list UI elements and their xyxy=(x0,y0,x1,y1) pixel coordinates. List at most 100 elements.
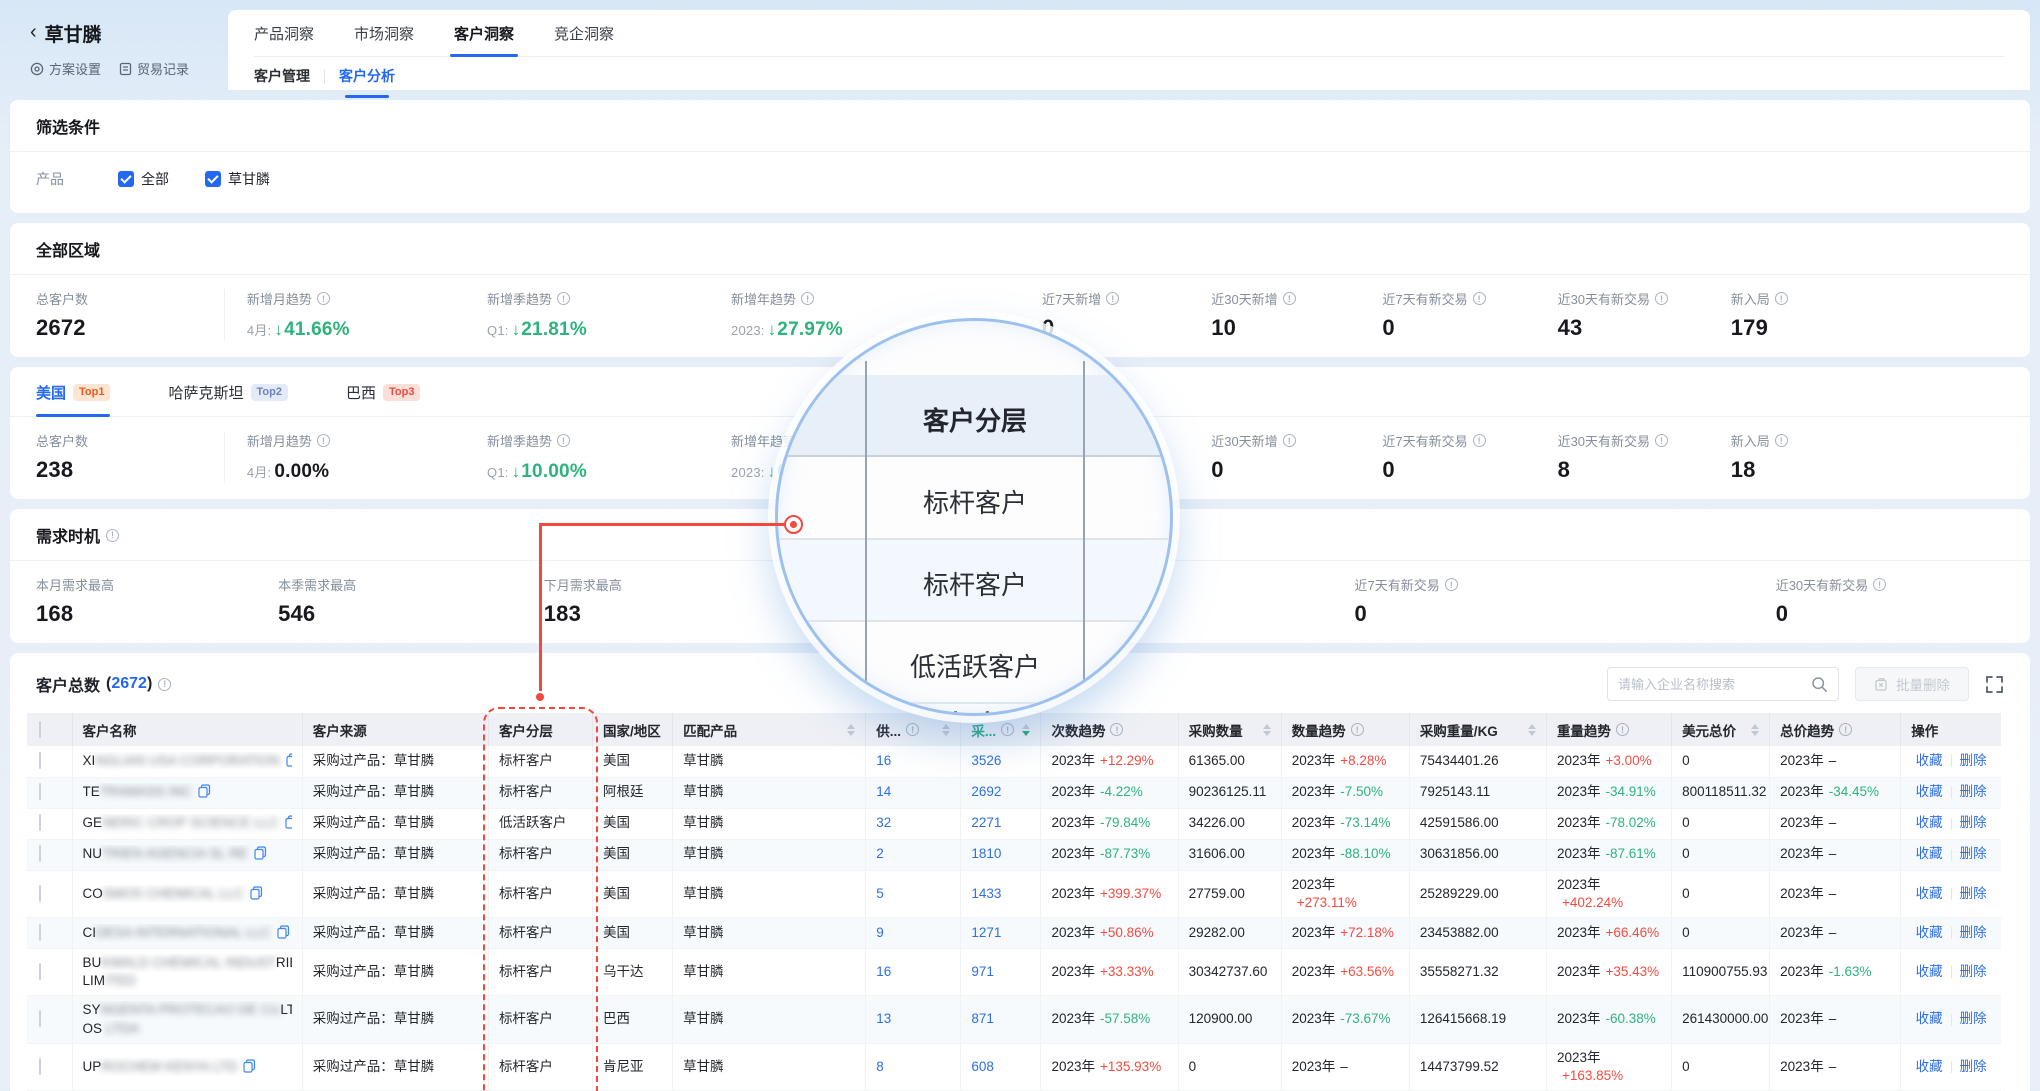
favorite-button[interactable]: 收藏 xyxy=(1916,1010,1943,1028)
copy-icon[interactable] xyxy=(277,925,290,939)
supplier-count-link[interactable]: 16 xyxy=(876,753,891,768)
customer-name[interactable]: CIDESA INTERNATIONAL LLC xyxy=(83,924,292,942)
favorite-button[interactable]: 收藏 xyxy=(1916,1058,1943,1076)
copy-icon[interactable] xyxy=(250,886,263,900)
sort-icon[interactable] xyxy=(942,724,950,736)
country-tab-哈萨克斯坦[interactable]: 哈萨克斯坦Top2 xyxy=(168,382,287,416)
delete-button[interactable]: 删除 xyxy=(1960,963,1987,981)
customer-name[interactable]: TETRAMASS INC xyxy=(83,783,292,801)
favorite-button[interactable]: 收藏 xyxy=(1916,924,1943,942)
purchase-count-link[interactable]: 608 xyxy=(971,1059,994,1074)
supplier-count-link[interactable]: 13 xyxy=(876,1011,891,1026)
tab-市场洞察[interactable]: 市场洞察 xyxy=(354,23,414,56)
purchase-count-link[interactable]: 971 xyxy=(971,964,994,979)
subtab-客户管理[interactable]: 客户管理 xyxy=(254,66,310,98)
col-header-qty[interactable]: 采购数量 xyxy=(1178,713,1281,746)
cell-usd-trend: 2023年– xyxy=(1770,1043,1901,1090)
customer-name[interactable]: COSMOS CHEMICAL LLC xyxy=(83,885,292,903)
delete-button[interactable]: 删除 xyxy=(1960,924,1987,942)
col-header-pur[interactable]: 采...! xyxy=(961,713,1041,746)
checkbox-checked-icon[interactable] xyxy=(118,171,134,187)
delete-button[interactable]: 删除 xyxy=(1960,1010,1987,1028)
search-input[interactable] xyxy=(1618,677,1811,692)
fullscreen-expand-icon[interactable] xyxy=(1985,675,2004,694)
favorite-button[interactable]: 收藏 xyxy=(1916,752,1943,770)
row-checkbox[interactable] xyxy=(39,752,41,769)
supplier-count-link[interactable]: 14 xyxy=(876,784,891,799)
country-tab-巴西[interactable]: 巴西Top3 xyxy=(346,382,420,416)
delete-button[interactable]: 删除 xyxy=(1960,814,1987,832)
row-checkbox[interactable] xyxy=(39,885,41,902)
row-checkbox[interactable] xyxy=(39,1010,41,1027)
row-checkbox[interactable] xyxy=(39,963,41,980)
country-tab-美国[interactable]: 美国Top1 xyxy=(36,382,110,416)
sort-icon[interactable] xyxy=(1528,724,1536,736)
delete-button[interactable]: 删除 xyxy=(1960,845,1987,863)
row-checkbox[interactable] xyxy=(39,924,41,941)
copy-icon[interactable] xyxy=(286,753,292,767)
purchase-count-link[interactable]: 1433 xyxy=(971,886,1001,901)
delete-button[interactable]: 删除 xyxy=(1960,1058,1987,1076)
delete-button[interactable]: 删除 xyxy=(1960,783,1987,801)
row-checkbox[interactable] xyxy=(39,845,41,862)
checkbox-checked-icon[interactable] xyxy=(205,171,221,187)
tab-客户洞察[interactable]: 客户洞察 xyxy=(454,23,514,56)
bulk-delete-button[interactable]: 批量删除 xyxy=(1855,667,1969,701)
copy-icon[interactable] xyxy=(198,784,211,798)
row-checkbox[interactable] xyxy=(39,814,41,831)
cell-name: SYNGENTA PROTECAO DE CULTIVOS LTDA xyxy=(72,996,302,1043)
supplier-count-link[interactable]: 32 xyxy=(876,815,891,830)
supplier-count-link[interactable]: 16 xyxy=(876,964,891,979)
customer-name[interactable]: NUTRIEN AGENCIA SL RE xyxy=(83,845,292,863)
copy-icon[interactable] xyxy=(254,846,267,860)
customer-name[interactable]: XINGLIAN USA CORPORATION xyxy=(83,752,292,770)
row-checkbox[interactable] xyxy=(39,783,41,800)
sort-icon[interactable] xyxy=(847,724,855,736)
purchase-count-link[interactable]: 871 xyxy=(971,1011,994,1026)
product-checkbox-草甘膦[interactable]: 草甘膦 xyxy=(205,169,270,189)
scheme-settings-button[interactable]: 方案设置 xyxy=(30,59,101,78)
supplier-count-link[interactable]: 5 xyxy=(876,886,884,901)
sort-icon[interactable] xyxy=(1263,724,1271,736)
cell-usd: 800118511.32 xyxy=(1672,777,1770,808)
sort-icon[interactable] xyxy=(1022,724,1030,736)
back-icon[interactable]: ‹ xyxy=(30,22,37,45)
copy-icon[interactable] xyxy=(285,815,292,829)
purchase-count-link[interactable]: 1810 xyxy=(971,846,1001,861)
delete-button[interactable]: 删除 xyxy=(1960,885,1987,903)
favorite-button[interactable]: 收藏 xyxy=(1916,963,1943,981)
favorite-button[interactable]: 收藏 xyxy=(1916,783,1943,801)
col-header-product[interactable]: 匹配产品 xyxy=(673,713,866,746)
favorite-button[interactable]: 收藏 xyxy=(1916,814,1943,832)
cell-weight: 23453882.00 xyxy=(1409,917,1546,948)
sort-icon[interactable] xyxy=(1751,724,1759,736)
col-header-usd[interactable]: 美元总价 xyxy=(1672,713,1770,746)
customer-name[interactable]: SYNGENTA PROTECAO DE CULTIV xyxy=(83,1001,292,1019)
customer-name[interactable]: GENERIC CROP SCIENCE LLC xyxy=(83,814,292,832)
subtab-客户分析[interactable]: 客户分析 xyxy=(339,66,395,98)
search-icon[interactable] xyxy=(1811,676,1828,693)
supplier-count-link[interactable]: 2 xyxy=(876,846,884,861)
supplier-count-link[interactable]: 9 xyxy=(876,925,884,940)
purchase-count-link[interactable]: 3526 xyxy=(971,753,1001,768)
product-checkbox-全部[interactable]: 全部 xyxy=(118,169,169,189)
cell-usd-trend: 2023年-1.63% xyxy=(1770,948,1901,995)
tab-产品洞察[interactable]: 产品洞察 xyxy=(254,23,314,56)
favorite-button[interactable]: 收藏 xyxy=(1916,845,1943,863)
col-header-sup[interactable]: 供...! xyxy=(866,713,961,746)
select-all-checkbox[interactable] xyxy=(39,721,41,738)
company-search[interactable] xyxy=(1607,667,1839,701)
row-checkbox[interactable] xyxy=(39,1058,41,1075)
customer-name[interactable]: BUKWALD CHEMICAL INDUSTRIES xyxy=(83,954,292,972)
purchase-count-link[interactable]: 1271 xyxy=(971,925,1001,940)
trade-records-button[interactable]: 贸易记录 xyxy=(119,59,189,78)
customer-name[interactable]: UPROCHEM KENYA LTD xyxy=(83,1058,292,1076)
copy-icon[interactable] xyxy=(243,1059,256,1073)
supplier-count-link[interactable]: 8 xyxy=(876,1059,884,1074)
col-header-wt[interactable]: 采购重量/KG xyxy=(1409,713,1546,746)
favorite-button[interactable]: 收藏 xyxy=(1916,885,1943,903)
purchase-count-link[interactable]: 2271 xyxy=(971,815,1001,830)
purchase-count-link[interactable]: 2692 xyxy=(971,784,1001,799)
delete-button[interactable]: 删除 xyxy=(1960,752,1987,770)
tab-竞企洞察[interactable]: 竞企洞察 xyxy=(554,23,614,56)
